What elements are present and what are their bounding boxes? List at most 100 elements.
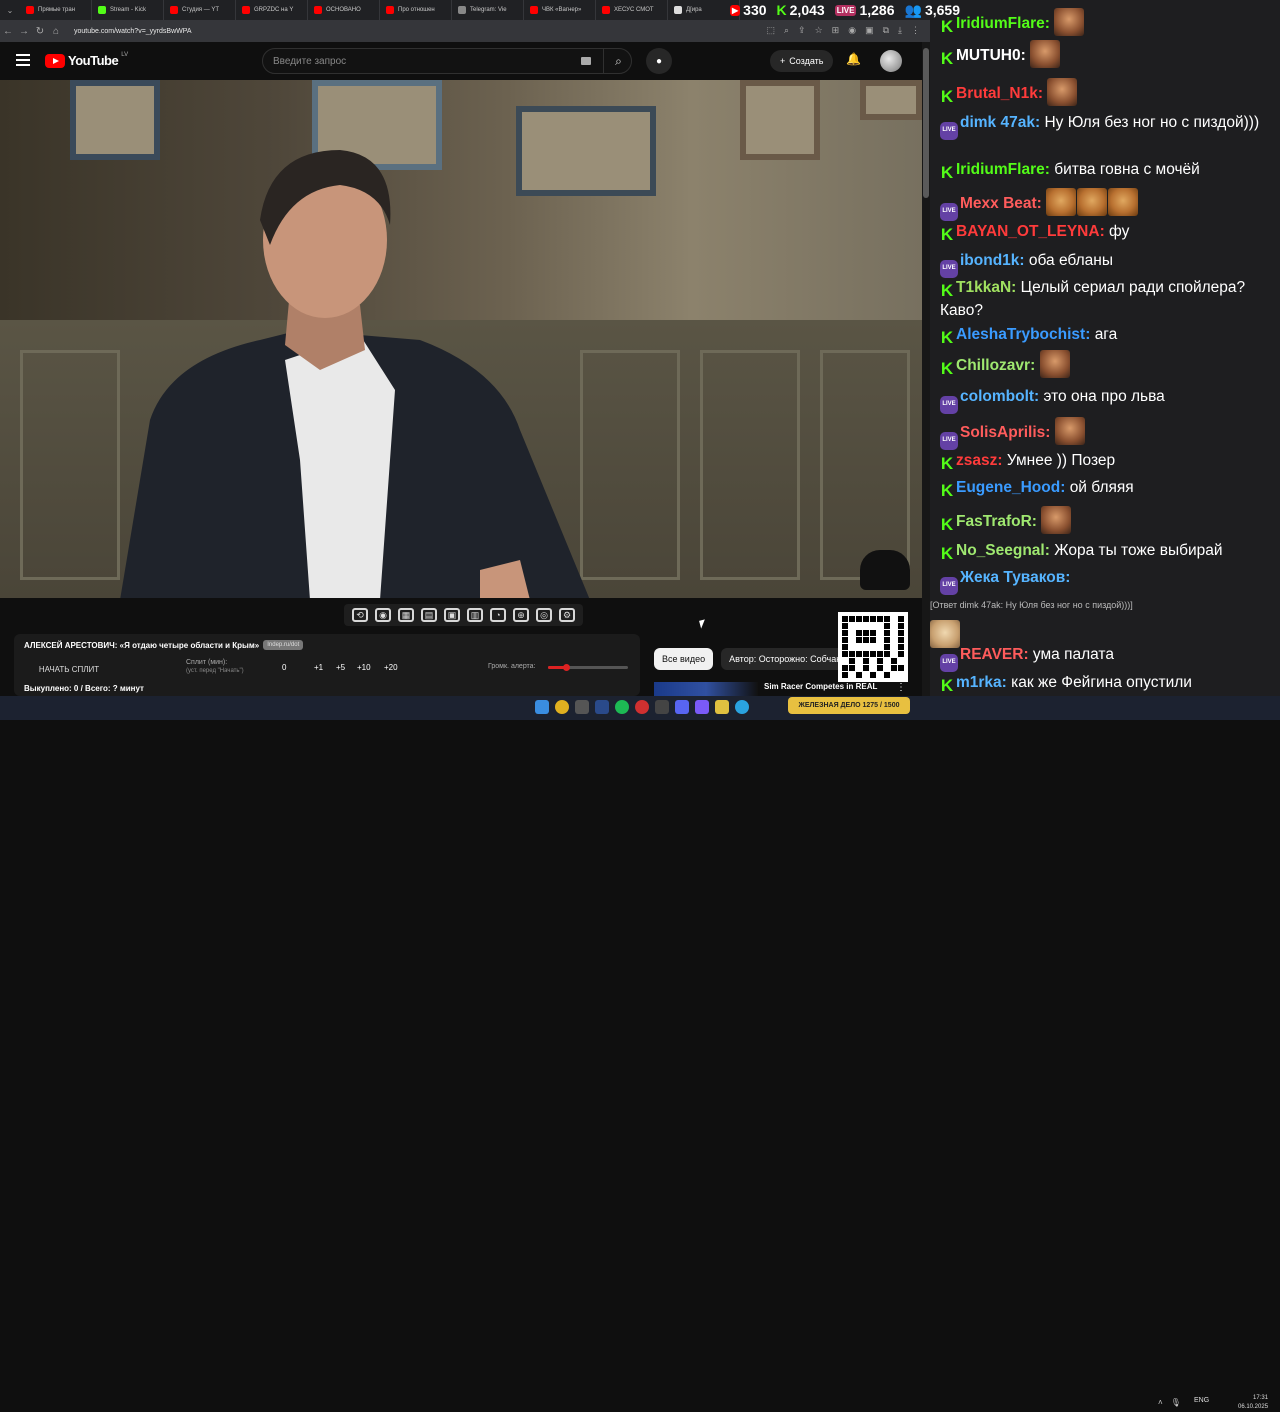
avatar[interactable] bbox=[880, 50, 902, 72]
browser-tab[interactable]: ОСНОВАНО bbox=[308, 0, 380, 20]
page-scrollbar[interactable] bbox=[922, 42, 930, 696]
notifications-bell-icon[interactable]: 🔔 bbox=[846, 52, 861, 66]
chat-message: K MUTUH0: bbox=[940, 40, 1272, 68]
app-icon[interactable] bbox=[695, 700, 709, 714]
chat-username[interactable]: Жека Туваков: bbox=[960, 569, 1070, 586]
app-icon[interactable] bbox=[575, 700, 589, 714]
chip-author[interactable]: Автор: Осторожно: Собчак bbox=[721, 648, 849, 670]
start-split-button[interactable]: НАЧАТЬ СПЛИТ bbox=[24, 662, 114, 676]
app-icon[interactable] bbox=[655, 700, 669, 714]
player-control-icon[interactable]: ◉ bbox=[375, 608, 391, 622]
recommended-thumbnail[interactable] bbox=[654, 682, 758, 696]
increment-5-button[interactable]: +5 bbox=[336, 663, 345, 672]
chat-username[interactable]: T1kkaN: bbox=[956, 279, 1016, 296]
chrome-icon[interactable] bbox=[555, 700, 569, 714]
player-control-icon[interactable]: ⊕ bbox=[513, 608, 529, 622]
browser-tab[interactable]: Stream - Kick bbox=[92, 0, 164, 20]
zoom-icon[interactable]: ⌕ bbox=[784, 25, 789, 36]
extension-icon[interactable]: ◉ bbox=[848, 25, 856, 36]
chat-username[interactable]: AleshaTrybochist: bbox=[956, 326, 1090, 343]
keyboard-icon[interactable] bbox=[581, 57, 591, 65]
install-icon[interactable]: ⬚ bbox=[766, 25, 775, 36]
alert-volume-slider[interactable] bbox=[548, 664, 628, 671]
chat-username[interactable]: Chillozavr: bbox=[956, 357, 1035, 374]
player-control-icon[interactable]: ▦ bbox=[398, 608, 414, 622]
bookmark-star-icon[interactable]: ☆ bbox=[815, 25, 823, 36]
qr-module bbox=[898, 644, 904, 650]
chat-username[interactable]: Mexx Beat: bbox=[960, 195, 1042, 212]
telegram-icon[interactable] bbox=[735, 700, 749, 714]
search-input[interactable] bbox=[263, 54, 563, 68]
extension-icon[interactable]: ⊞ bbox=[832, 25, 840, 36]
start-icon[interactable] bbox=[535, 700, 549, 714]
chat-username[interactable]: SolisAprilis: bbox=[960, 424, 1050, 441]
browser-tab[interactable]: ЧВК «Вагнер» bbox=[524, 0, 596, 20]
increment-1-button[interactable]: +1 bbox=[314, 663, 323, 672]
discord-icon[interactable] bbox=[675, 700, 689, 714]
language-indicator[interactable]: ENG bbox=[1194, 1397, 1209, 1404]
chat-username[interactable]: Eugene_Hood: bbox=[956, 479, 1065, 496]
tray-chevron-icon[interactable]: ˄ bbox=[1158, 1398, 1163, 1407]
chat-username[interactable]: dimk 47ak: bbox=[960, 114, 1040, 131]
download-icon[interactable]: ⤓ bbox=[898, 25, 902, 36]
browser-tab[interactable]: Про отношен bbox=[380, 0, 452, 20]
browser-tab[interactable]: Telegram: Vie bbox=[452, 0, 524, 20]
player-control-icon[interactable]: ▣ bbox=[444, 608, 460, 622]
recommended-title[interactable]: Sim Racer Competes in REAL bbox=[764, 682, 877, 691]
steam-icon[interactable] bbox=[595, 700, 609, 714]
tab-search-icon[interactable]: ⌄ bbox=[0, 0, 20, 20]
voice-search-button[interactable]: ● bbox=[646, 48, 672, 74]
puzzle-icon[interactable]: ⧉ bbox=[883, 25, 889, 36]
more-options-icon[interactable]: ⋮ bbox=[896, 682, 906, 693]
chat-username[interactable]: m1rka: bbox=[956, 674, 1007, 691]
mic-tray-icon[interactable]: 🎙 bbox=[1171, 1398, 1181, 1407]
chat-reply-quote: [Ответ dimk 47ak: Ну Юля без ног но с пи… bbox=[930, 599, 1133, 610]
spotify-icon[interactable] bbox=[615, 700, 629, 714]
chat-username[interactable]: BAYAN_OT_LEYNA: bbox=[956, 223, 1105, 240]
reload-icon[interactable]: ↻ bbox=[32, 26, 48, 37]
player-control-icon[interactable]: ⟲ bbox=[352, 608, 368, 622]
clock[interactable]: 17:31 06.10.2025 bbox=[1238, 1394, 1268, 1412]
browser-tab[interactable]: Прямые тран bbox=[20, 0, 92, 20]
chat-username[interactable]: FasTrafoR: bbox=[956, 513, 1037, 530]
chat-username[interactable]: IridiumFlare: bbox=[956, 161, 1050, 178]
player-control-icon[interactable]: ▤ bbox=[421, 608, 437, 622]
increment-10-button[interactable]: +10 bbox=[357, 663, 371, 672]
folder-icon[interactable] bbox=[715, 700, 729, 714]
chat-username[interactable]: IridiumFlare: bbox=[956, 15, 1050, 32]
split-value[interactable]: 0 bbox=[282, 663, 286, 672]
chat-username[interactable]: MUTUH0: bbox=[956, 47, 1026, 64]
chip-all-videos[interactable]: Все видео bbox=[654, 648, 714, 670]
increment-20-button[interactable]: +20 bbox=[384, 663, 398, 672]
video-player[interactable] bbox=[0, 80, 922, 598]
volume-knob[interactable] bbox=[562, 664, 570, 671]
player-control-icon[interactable]: ⚙ bbox=[559, 608, 575, 622]
youtube-logo[interactable]: YouTube LV bbox=[45, 52, 128, 68]
extension-icon[interactable]: ▣ bbox=[865, 25, 874, 36]
url-field[interactable]: youtube.com/watch?v=_yyrdsBwWPA bbox=[74, 28, 192, 35]
chat-username[interactable]: REAVER: bbox=[960, 646, 1029, 663]
chat-username[interactable]: colombolt: bbox=[960, 388, 1039, 405]
chat-username[interactable]: No_Seegnal: bbox=[956, 542, 1050, 559]
browser-tab[interactable]: ХЕСУС СМОТ bbox=[596, 0, 668, 20]
browser-tab[interactable]: Студия — YT bbox=[164, 0, 236, 20]
obs-icon[interactable] bbox=[635, 700, 649, 714]
browser-tab[interactable]: GRPZDC на Y bbox=[236, 0, 308, 20]
chat-username[interactable]: zsasz: bbox=[956, 452, 1003, 469]
player-control-icon[interactable]: ◔ bbox=[490, 608, 506, 622]
player-control-icon[interactable]: ▥ bbox=[467, 608, 483, 622]
search-button[interactable]: ⌕ bbox=[603, 49, 633, 73]
back-icon[interactable]: ← bbox=[0, 26, 16, 37]
home-icon[interactable]: ⌂ bbox=[48, 26, 64, 37]
qr-module bbox=[842, 672, 848, 678]
menu-icon[interactable]: ⋮ bbox=[911, 25, 920, 36]
forward-icon[interactable]: → bbox=[16, 26, 32, 37]
tab-favicon-icon bbox=[98, 6, 106, 14]
chat-username[interactable]: ibond1k: bbox=[960, 252, 1025, 269]
share-icon[interactable]: ⇪ bbox=[798, 25, 806, 36]
player-control-icon[interactable]: ◎ bbox=[536, 608, 552, 622]
chat-username[interactable]: Brutal_N1k: bbox=[956, 85, 1043, 102]
hamburger-menu-icon[interactable] bbox=[16, 54, 30, 66]
scrollbar-thumb[interactable] bbox=[923, 48, 929, 198]
create-button[interactable]: + Создать bbox=[770, 50, 834, 72]
